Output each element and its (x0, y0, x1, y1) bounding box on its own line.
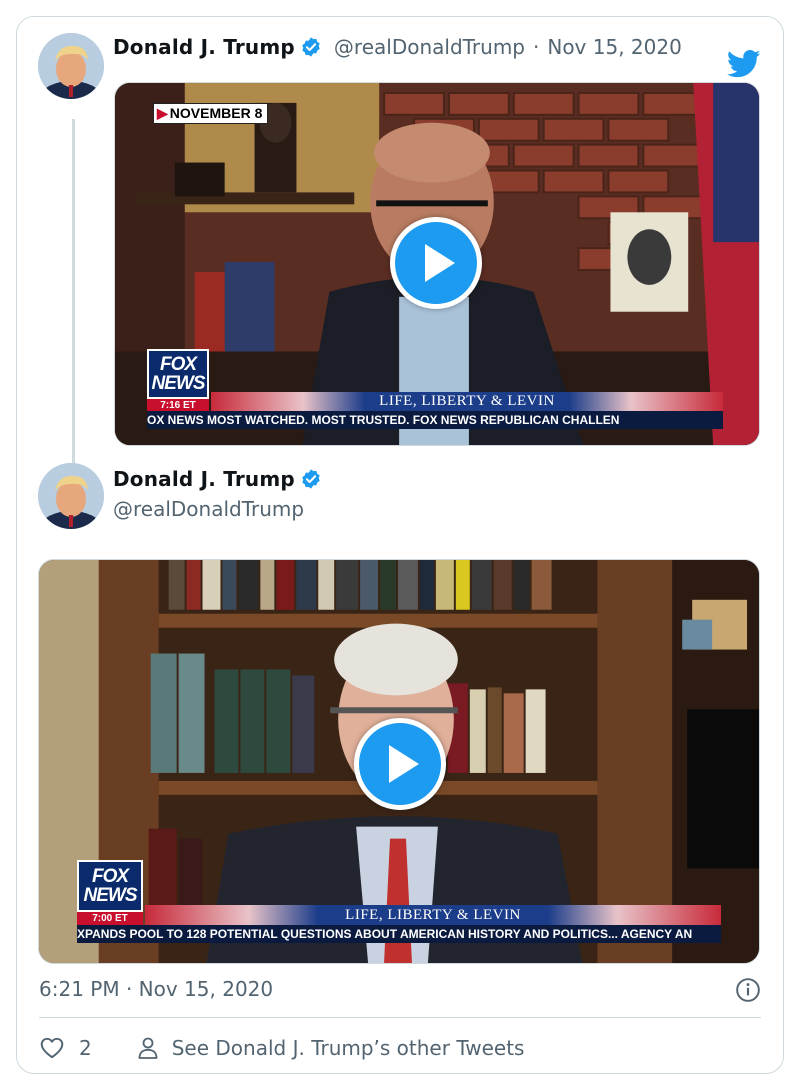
tweet-timestamp[interactable]: 6:21 PM · Nov 15, 2020 (39, 977, 273, 1001)
separator: · (533, 35, 540, 59)
divider (39, 1017, 761, 1018)
logo-line2: NEWS (83, 885, 138, 906)
avatar[interactable] (38, 463, 104, 529)
show-title-bar: LIFE, LIBERTY & LEVIN (145, 905, 721, 925)
broadcast-time: 7:00 ET (77, 912, 143, 925)
heart-icon[interactable] (39, 1035, 65, 1061)
logo-line1: FOX (159, 354, 197, 375)
tweet-date[interactable]: Nov 15, 2020 (547, 35, 681, 59)
fox-news-logo: FOX NEWS (77, 860, 143, 912)
logo-line2: NEWS (151, 373, 206, 394)
tweet1-video[interactable]: ▶ NOVEMBER 8 FOX NEWS 7:16 ET LIFE, LIBER… (114, 82, 760, 446)
avatar[interactable] (38, 33, 104, 99)
play-button[interactable] (354, 718, 446, 810)
fox-news-logo: FOX NEWS (147, 349, 209, 399)
verified-badge-icon (302, 37, 320, 57)
person-icon (138, 1037, 158, 1059)
author-handle[interactable]: @realDonaldTrump (113, 497, 304, 521)
like-count[interactable]: 2 (79, 1036, 92, 1060)
date-tag-text: NOVEMBER 8 (169, 105, 263, 121)
info-icon[interactable] (735, 977, 761, 1003)
avatar-image (38, 463, 104, 529)
author-name[interactable]: Donald J. Trump (113, 35, 295, 59)
news-ticker: XPANDS POOL TO 128 POTENTIAL QUESTIONS A… (77, 925, 721, 943)
tweet-actions: 2 See Donald J. Trump’s other Tweets (39, 1031, 524, 1065)
play-arrow-icon: ▶ (157, 105, 168, 121)
tweet2-handle-row: @realDonaldTrump (113, 497, 304, 521)
tweet1-author-row: Donald J. Trump @realDonaldTrump · Nov 1… (113, 35, 682, 59)
play-icon (425, 244, 455, 282)
tweet-embed-card: Donald J. Trump @realDonaldTrump · Nov 1… (16, 16, 784, 1074)
play-button[interactable] (390, 217, 482, 309)
tweet2-video[interactable]: FOX NEWS 7:00 ET LIFE, LIBERTY & LEVIN X… (38, 559, 760, 964)
logo-line1: FOX (91, 866, 129, 887)
author-handle[interactable]: @realDonaldTrump (334, 35, 525, 59)
play-icon (389, 745, 419, 783)
author-name[interactable]: Donald J. Trump (113, 467, 295, 491)
date-tag: ▶ NOVEMBER 8 (153, 103, 269, 124)
show-title-bar: LIFE, LIBERTY & LEVIN (211, 392, 723, 411)
avatar-image (38, 33, 104, 99)
twitter-bird-icon[interactable] (727, 49, 761, 79)
see-other-tweets-link[interactable]: See Donald J. Trump’s other Tweets (172, 1036, 525, 1060)
news-ticker: OX NEWS MOST WATCHED. MOST TRUSTED. FOX … (147, 411, 723, 429)
verified-badge-icon (302, 469, 320, 489)
tweet2-author-row: Donald J. Trump (113, 467, 322, 491)
thread-connector (72, 119, 75, 469)
